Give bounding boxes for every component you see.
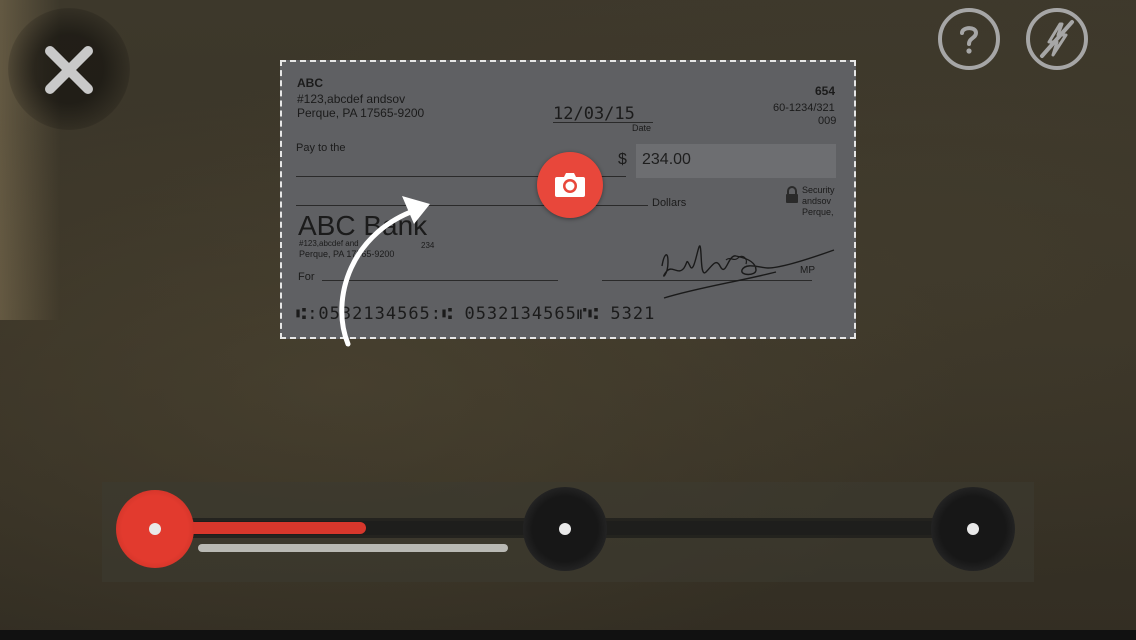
security-line1: Security (802, 185, 835, 195)
payer-address-line2: Perque, PA 17565-9200 (297, 106, 425, 120)
help-button[interactable] (938, 8, 1000, 70)
step-2-knob[interactable] (523, 487, 607, 571)
progress-track-highlight (198, 544, 508, 552)
pay-to-label: Pay to the (296, 142, 346, 154)
routing-fraction-line2: 009 (818, 115, 837, 127)
date-value: 12/03/15 (553, 104, 635, 124)
payer-name: ABC (297, 76, 323, 90)
close-icon (45, 46, 93, 94)
for-label: For (298, 271, 315, 283)
close-button[interactable] (8, 8, 130, 130)
step-3-knob[interactable] (931, 487, 1015, 571)
payer-address-line1: #123,abcdef andsov (297, 92, 406, 106)
step-1-knob[interactable] (116, 490, 194, 568)
date-label: Date (632, 123, 652, 133)
dollars-label: Dollars (652, 197, 687, 209)
security-line3: Perque, (802, 207, 834, 217)
security-line2: andsov (802, 196, 832, 206)
currency-symbol: $ (618, 151, 627, 168)
flash-off-button[interactable] (1026, 8, 1088, 70)
amount-field: 234.00 (636, 144, 836, 178)
signature-image (661, 245, 835, 299)
camera-icon (555, 173, 585, 197)
flash-off-icon (1040, 20, 1074, 58)
lock-icon (786, 186, 798, 203)
curved-arrow-icon (339, 196, 430, 347)
step-progress-slider (102, 482, 1034, 582)
capture-button[interactable] (537, 152, 603, 218)
check-number: 654 (815, 84, 836, 98)
help-icon (960, 26, 979, 54)
routing-fraction-line1: 60-1234/321 (773, 102, 835, 114)
amount-value: 234.00 (642, 151, 691, 168)
bottom-bar (0, 630, 1136, 640)
